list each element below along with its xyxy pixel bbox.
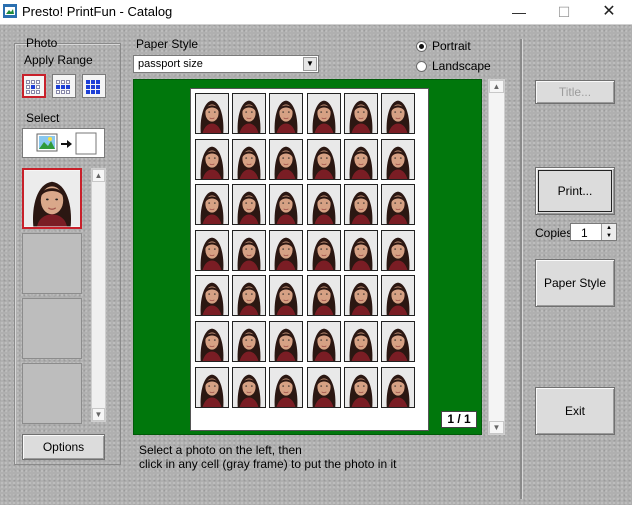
photo-cell[interactable] <box>306 366 341 408</box>
paper-style-value: passport size <box>138 58 203 70</box>
chevron-down-icon[interactable]: ▼ <box>303 57 317 71</box>
paper-style-dropdown[interactable]: passport size ▼ <box>133 55 319 73</box>
scroll-up-icon[interactable]: ▲ <box>92 169 105 182</box>
portrait-thumbnail <box>24 170 80 227</box>
portrait-radio[interactable] <box>416 41 427 52</box>
copies-value[interactable]: 1 <box>581 226 588 240</box>
photo-cell[interactable] <box>343 229 378 271</box>
photo-cell[interactable] <box>380 229 415 271</box>
photo-cell-grid <box>195 93 415 408</box>
photo-cell[interactable] <box>343 184 378 226</box>
photo-cell[interactable] <box>269 184 304 226</box>
close-icon[interactable]: ✕ <box>586 0 632 24</box>
photo-cell[interactable] <box>232 320 267 362</box>
photo-cell[interactable] <box>195 138 229 180</box>
row-cells-icon <box>56 80 70 94</box>
photo-cell[interactable] <box>306 229 341 271</box>
copies-stepper[interactable]: 1 ▲ ▼ <box>570 223 617 241</box>
photo-cell[interactable] <box>380 320 415 362</box>
photo-cell[interactable] <box>269 366 304 408</box>
landscape-label[interactable]: Landscape <box>432 59 491 73</box>
photo-cell[interactable] <box>343 275 378 317</box>
photo-cell[interactable] <box>306 275 341 317</box>
photo-cell[interactable] <box>195 275 229 317</box>
photo-cell[interactable] <box>232 366 267 408</box>
photo-cell[interactable] <box>195 320 229 362</box>
photo-cell[interactable] <box>380 366 415 408</box>
thumbnail-slot-2[interactable] <box>22 233 82 294</box>
photo-cell[interactable] <box>343 93 378 134</box>
select-label: Select <box>26 111 60 125</box>
instructions-line-2: click in any cell (gray frame) to put th… <box>139 457 397 471</box>
photo-label: Photo <box>26 36 58 50</box>
exit-button[interactable]: Exit <box>535 387 615 435</box>
photo-cell[interactable] <box>195 366 229 408</box>
apply-range-all-button[interactable] <box>82 74 106 98</box>
photo-cell[interactable] <box>232 229 267 271</box>
photo-cell[interactable] <box>269 320 304 362</box>
photo-cell[interactable] <box>232 275 267 317</box>
catalog-workspace: Photo Apply Range Select ▲ ▼ Options Pap… <box>0 25 632 505</box>
photo-cell[interactable] <box>269 93 304 134</box>
thumbnail-slot-4[interactable] <box>22 363 82 424</box>
photo-cell[interactable] <box>269 229 304 271</box>
all-cells-icon <box>86 80 100 94</box>
maximize-icon[interactable]: ☐ <box>541 0 587 24</box>
photo-cell[interactable] <box>232 184 267 226</box>
paper-sheet <box>190 88 429 431</box>
photo-cell[interactable] <box>269 138 304 180</box>
print-preview: 1 / 1 <box>133 79 482 435</box>
photo-cell[interactable] <box>306 184 341 226</box>
thumbnail-scrollbar[interactable]: ▲ ▼ <box>91 168 106 422</box>
page-indicator: 1 / 1 <box>441 411 477 428</box>
landscape-radio[interactable] <box>416 61 427 72</box>
photo-cell[interactable] <box>343 138 378 180</box>
apply-range-label: Apply Range <box>24 53 93 67</box>
photo-cell[interactable] <box>195 184 229 226</box>
photo-cell[interactable] <box>195 229 229 271</box>
photo-cell[interactable] <box>380 138 415 180</box>
title-button[interactable]: Title... <box>535 80 615 104</box>
apply-range-row-button[interactable] <box>52 74 76 98</box>
title-bar: Presto! PrintFun - Catalog — ☐ ✕ <box>0 0 632 25</box>
paper-style-label: Paper Style <box>136 37 199 51</box>
instructions-line-1: Select a photo on the left, then <box>139 443 302 457</box>
print-button[interactable]: Print... <box>535 167 615 215</box>
app-icon <box>3 4 17 18</box>
thumbnail-slot-3[interactable] <box>22 298 82 359</box>
thumbnail-slot-1[interactable] <box>22 168 82 229</box>
single-cell-icon <box>26 80 40 94</box>
select-mode-button[interactable] <box>22 128 105 158</box>
photo-cell[interactable] <box>195 93 229 134</box>
photo-cell[interactable] <box>380 93 415 134</box>
portrait-label[interactable]: Portrait <box>432 39 471 53</box>
window-title: Presto! PrintFun - Catalog <box>22 4 173 19</box>
photo-cell[interactable] <box>380 184 415 226</box>
minimize-icon[interactable]: — <box>496 0 542 24</box>
photo-cell[interactable] <box>306 138 341 180</box>
options-button[interactable]: Options <box>22 434 105 460</box>
photo-cell[interactable] <box>343 366 378 408</box>
panel-divider <box>520 39 522 499</box>
photo-cell[interactable] <box>306 93 341 134</box>
scroll-up-icon[interactable]: ▲ <box>489 80 504 93</box>
scroll-down-icon[interactable]: ▼ <box>489 421 504 434</box>
preview-scrollbar[interactable]: ▲ ▼ <box>488 79 505 435</box>
photo-cell[interactable] <box>380 275 415 317</box>
photo-cell[interactable] <box>306 320 341 362</box>
apply-range-single-button[interactable] <box>22 74 46 98</box>
scroll-down-icon[interactable]: ▼ <box>92 408 105 421</box>
photo-cell[interactable] <box>269 275 304 317</box>
paper-style-button[interactable]: Paper Style <box>535 259 615 307</box>
photo-cell[interactable] <box>343 320 378 362</box>
photo-cell[interactable] <box>232 93 267 134</box>
chevron-down-icon[interactable]: ▼ <box>601 232 616 240</box>
photo-to-frame-icon <box>36 132 97 155</box>
instructions-text: Select a photo on the left, then click i… <box>139 443 396 471</box>
copies-label: Copies <box>535 226 573 240</box>
photo-cell[interactable] <box>232 138 267 180</box>
